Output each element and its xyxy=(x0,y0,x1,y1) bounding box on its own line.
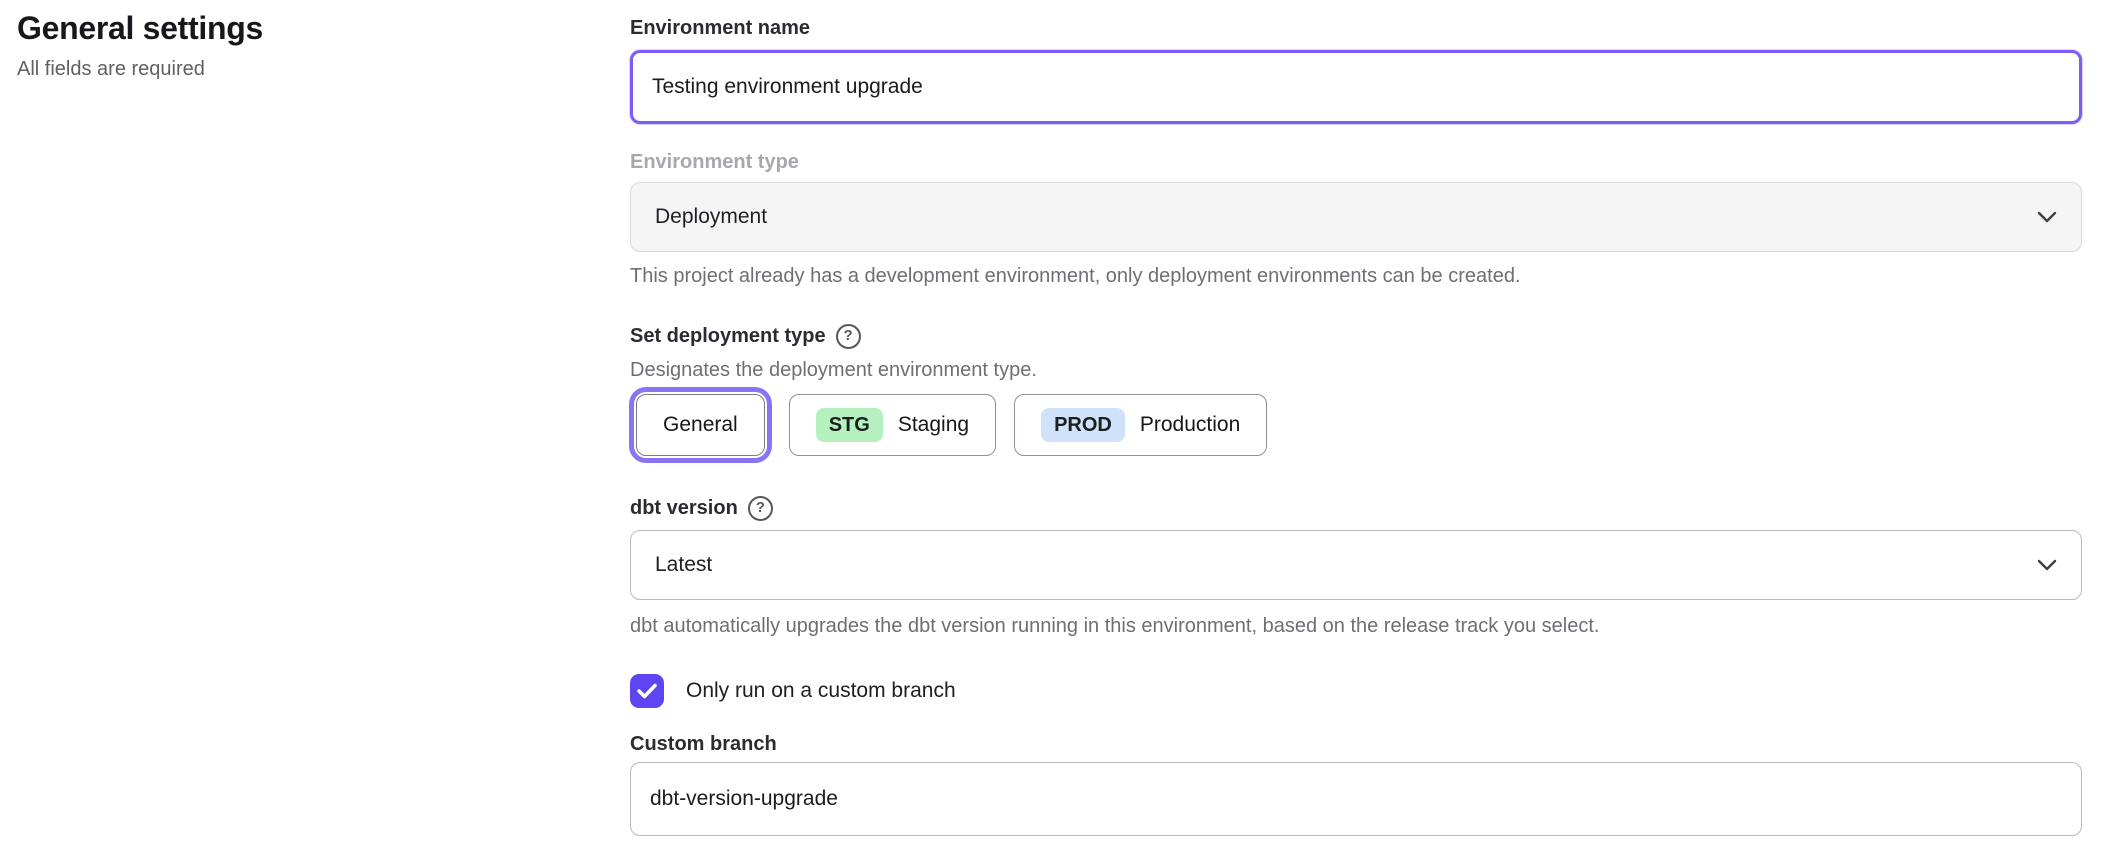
help-icon[interactable]: ? xyxy=(748,496,773,521)
dbt-version-helper: dbt automatically upgrades the dbt versi… xyxy=(630,612,2082,640)
deployment-type-label: Set deployment type xyxy=(630,322,826,350)
environment-name-input[interactable] xyxy=(630,50,2082,124)
deployment-type-staging-label: Staging xyxy=(898,413,969,437)
staging-badge: STG xyxy=(816,408,883,442)
environment-type-select[interactable]: Deployment xyxy=(630,182,2082,252)
deployment-type-helper: Designates the deployment environment ty… xyxy=(630,356,2082,384)
custom-branch-checkbox-label: Only run on a custom branch xyxy=(686,679,956,703)
environment-type-label: Environment type xyxy=(630,148,2082,176)
dbt-version-label: dbt version xyxy=(630,494,738,522)
check-icon xyxy=(637,683,657,699)
dbt-version-select[interactable]: Latest xyxy=(630,530,2082,600)
custom-branch-checkbox[interactable] xyxy=(630,674,664,708)
custom-branch-input[interactable] xyxy=(630,762,2082,836)
dbt-version-value: Latest xyxy=(655,553,712,577)
deployment-type-general-button[interactable]: General xyxy=(636,394,765,456)
environment-type-value: Deployment xyxy=(655,205,767,229)
deployment-type-production-button[interactable]: PROD Production xyxy=(1014,394,1267,456)
help-icon[interactable]: ? xyxy=(836,324,861,349)
deployment-type-label-row: Set deployment type ? xyxy=(630,322,2082,350)
settings-form: Environment name Environment type Deploy… xyxy=(630,0,2082,836)
environment-name-label: Environment name xyxy=(630,14,2082,42)
page-subtitle: All fields are required xyxy=(17,58,263,81)
page-header: General settings All fields are required xyxy=(17,10,263,81)
custom-branch-checkbox-row: Only run on a custom branch xyxy=(630,674,2082,708)
deployment-type-options: General STG Staging PROD Production xyxy=(630,394,2082,456)
production-badge: PROD xyxy=(1041,408,1125,442)
deployment-type-staging-button[interactable]: STG Staging xyxy=(789,394,996,456)
dbt-version-label-row: dbt version ? xyxy=(630,494,2082,522)
page-title: General settings xyxy=(17,10,263,47)
chevron-down-icon xyxy=(2037,211,2057,223)
environment-type-helper: This project already has a development e… xyxy=(630,262,2082,290)
deployment-type-general-label: General xyxy=(663,413,738,437)
deployment-type-production-label: Production xyxy=(1140,413,1240,437)
custom-branch-label: Custom branch xyxy=(630,730,2082,758)
chevron-down-icon xyxy=(2037,559,2057,571)
